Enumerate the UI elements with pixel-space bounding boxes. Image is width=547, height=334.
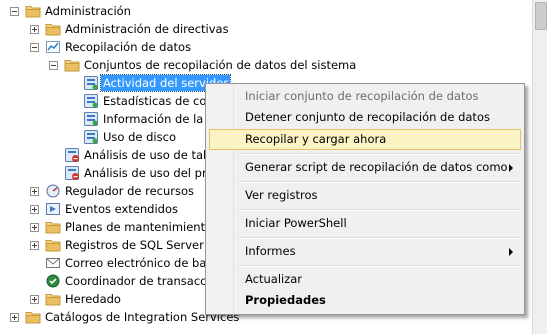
folder-icon	[25, 3, 41, 19]
menu-item-detener-conjunto[interactable]: Detener conjunto de recopilación de dato…	[209, 107, 521, 128]
scrollbar-thumb[interactable]	[535, 2, 547, 30]
submenu-arrow-icon	[509, 164, 513, 172]
expand-icon[interactable]	[30, 241, 39, 250]
context-menu: Iniciar conjunto de recopilación de dato…	[205, 83, 525, 315]
tree-label: Conjuntos de recopilación de datos del s…	[84, 58, 357, 72]
menu-separator	[238, 237, 521, 239]
expand-icon[interactable]	[30, 223, 39, 232]
menu-item-iniciar-conjunto[interactable]: Iniciar conjunto de recopilación de dato…	[209, 86, 521, 107]
menu-item-recopilar[interactable]: Recopilar y cargar ahora	[209, 129, 521, 150]
tree-label: Información de la ut	[103, 112, 219, 126]
tree-label: Regulador de recursos	[65, 184, 195, 198]
submenu-arrow-icon	[509, 248, 513, 256]
menu-item-generar-script[interactable]: Generar script de recopilación de datos …	[209, 157, 521, 178]
tree-label: Administración de directivas	[65, 22, 229, 36]
folder-icon	[64, 57, 80, 73]
folder-icon	[45, 219, 61, 235]
folder-icon	[45, 21, 61, 37]
coordinator-icon	[45, 273, 61, 289]
collapse-icon[interactable]	[49, 61, 58, 70]
extended-events-icon	[45, 201, 61, 217]
expand-icon[interactable]	[30, 205, 39, 214]
menu-item-ver-registros[interactable]: Ver registros	[209, 185, 521, 206]
menu-item-powershell[interactable]: Iniciar PowerShell	[209, 213, 521, 234]
menu-item-actualizar[interactable]: Actualizar	[209, 269, 521, 290]
tree-label: Registros de SQL Server	[65, 238, 204, 252]
collection-set-stopped-icon	[64, 147, 80, 163]
tree-label: Análisis de uso del proc	[84, 166, 220, 180]
menu-item-propiedades[interactable]: Propiedades	[209, 290, 521, 311]
tree-node-recopilacion[interactable]: Recopilación de datos	[0, 38, 532, 56]
tree-label: Eventos extendidos	[65, 202, 179, 216]
menu-separator	[238, 209, 521, 211]
collection-set-icon	[83, 111, 99, 127]
tree-label: Coordinador de transaccion	[65, 274, 224, 288]
resource-governor-icon	[45, 183, 61, 199]
tree-node-conjuntos[interactable]: Conjuntos de recopilación de datos del s…	[0, 56, 532, 74]
tree-label: Recopilación de datos	[65, 40, 192, 54]
expand-icon[interactable]	[30, 187, 39, 196]
menu-separator	[238, 181, 521, 183]
tree-label: Estadísticas de cons	[103, 94, 220, 108]
vertical-scrollbar[interactable]	[532, 0, 547, 334]
tree-node-administracion[interactable]: Administración	[0, 2, 532, 20]
collection-set-stopped-icon	[64, 165, 80, 181]
tree-label: Planes de mantenimiento	[65, 220, 213, 234]
collection-set-icon	[83, 93, 99, 109]
folder-icon	[25, 309, 41, 325]
menu-separator	[238, 153, 521, 155]
expand-icon[interactable]	[30, 25, 39, 34]
collection-set-icon	[83, 129, 99, 145]
tree-label: Correo electrónico de base	[65, 256, 220, 270]
menu-item-informes[interactable]: Informes	[209, 241, 521, 262]
tree-label: Administración	[45, 4, 131, 18]
folder-icon	[45, 291, 61, 307]
folder-icon	[45, 237, 61, 253]
tree-label: Uso de disco	[103, 130, 176, 144]
mail-icon	[45, 255, 61, 271]
collapse-icon[interactable]	[30, 43, 39, 52]
tree-label: Heredado	[65, 292, 121, 306]
collection-set-icon	[83, 75, 99, 91]
data-collection-icon	[45, 39, 61, 55]
tree-node-directivas[interactable]: Administración de directivas	[0, 20, 532, 38]
expand-icon[interactable]	[30, 295, 39, 304]
menu-separator	[238, 265, 521, 267]
collapse-icon[interactable]	[10, 7, 19, 16]
expand-icon[interactable]	[10, 313, 19, 322]
tree-label: Análisis de uso de tabla	[84, 148, 221, 162]
